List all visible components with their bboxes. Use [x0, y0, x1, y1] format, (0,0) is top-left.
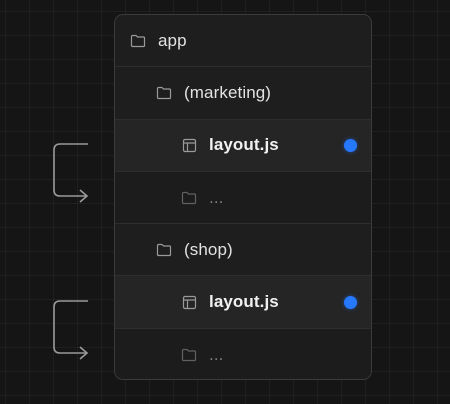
status-dot — [344, 138, 357, 152]
tree-label: app — [158, 30, 187, 50]
folder-icon — [156, 85, 172, 101]
tree-label: (shop) — [184, 239, 233, 259]
tree-row-marketing-more[interactable]: ... — [115, 171, 371, 225]
tree-label: (marketing) — [184, 82, 272, 102]
diagram-canvas: app (marketing) layout.js ... (shop) lay… — [0, 0, 450, 404]
status-dot — [344, 295, 357, 309]
layout-file-icon — [181, 294, 197, 310]
layout-file-icon — [181, 137, 197, 153]
tree-row-marketing-layout[interactable]: layout.js — [115, 119, 371, 172]
file-tree-panel: app (marketing) layout.js ... (shop) lay… — [114, 14, 372, 380]
tree-label: ... — [209, 187, 224, 207]
folder-icon — [181, 347, 197, 363]
tree-label: layout.js — [209, 292, 279, 312]
connector-arrow-shop — [53, 300, 89, 360]
tree-row-marketing[interactable]: (marketing) — [115, 67, 371, 120]
folder-icon — [156, 242, 172, 258]
folder-icon — [181, 190, 197, 206]
connector-arrow-marketing — [53, 143, 89, 203]
tree-label: ... — [209, 344, 224, 364]
tree-row-shop-layout[interactable]: layout.js — [115, 276, 371, 329]
folder-icon — [130, 33, 146, 49]
tree-row-shop[interactable]: (shop) — [115, 224, 371, 277]
tree-label: layout.js — [209, 135, 279, 155]
tree-row-shop-more[interactable]: ... — [115, 328, 371, 379]
tree-row-app[interactable]: app — [115, 15, 371, 68]
